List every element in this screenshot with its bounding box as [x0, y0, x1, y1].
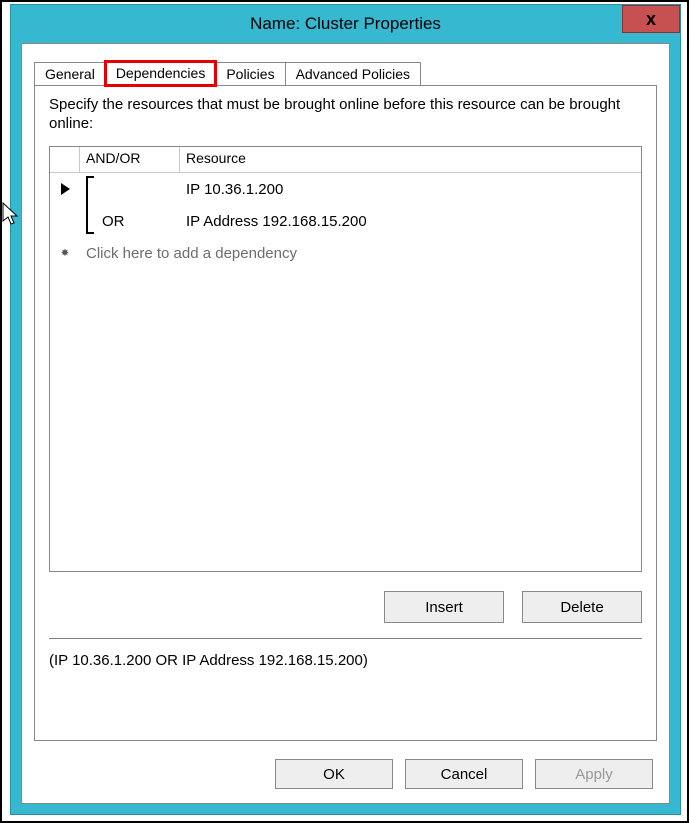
row-indicator-cell	[50, 183, 80, 195]
tab-policies[interactable]: Policies	[215, 62, 285, 86]
delete-button[interactable]: Delete	[522, 591, 642, 623]
grid-button-row: Insert Delete	[384, 591, 642, 623]
tab-row: General Dependencies Policies Advanced P…	[34, 58, 420, 86]
ok-button[interactable]: OK	[275, 759, 393, 789]
grid-header-andor: AND/OR	[80, 147, 180, 173]
grid-row[interactable]: OR IP Address 192.168.15.200	[50, 205, 641, 237]
new-row-icon: ✸	[61, 248, 69, 259]
tab-panel-dependencies: Specify the resources that must be broug…	[34, 85, 657, 741]
current-row-icon	[61, 183, 70, 195]
cell-resource[interactable]: IP Address 192.168.15.200	[180, 213, 641, 230]
client-area: General Dependencies Policies Advanced P…	[21, 43, 670, 804]
titlebar: Name: Cluster Properties x	[11, 5, 680, 43]
grid-new-row[interactable]: ✸ Click here to add a dependency	[50, 237, 641, 269]
tab-general[interactable]: General	[34, 62, 106, 86]
grid-header: AND/OR Resource	[50, 147, 641, 173]
row-indicator-cell: ✸	[50, 248, 80, 259]
dialog-button-row: OK Cancel Apply	[275, 759, 653, 789]
grid-header-indicator	[50, 147, 80, 173]
dependency-summary: (IP 10.36.1.200 OR IP Address 192.168.15…	[49, 652, 642, 669]
cell-resource[interactable]: IP 10.36.1.200	[180, 181, 641, 198]
new-row-placeholder[interactable]: Click here to add a dependency	[80, 245, 641, 262]
instruction-text: Specify the resources that must be broug…	[49, 96, 642, 134]
grid-row[interactable]: IP 10.36.1.200	[50, 173, 641, 205]
close-button[interactable]: x	[622, 5, 680, 33]
grid-header-resource: Resource	[180, 147, 641, 173]
window-title: Name: Cluster Properties	[250, 14, 441, 34]
dialog-window: Name: Cluster Properties x General Depen…	[10, 4, 681, 815]
separator	[49, 638, 642, 640]
tab-dependencies[interactable]: Dependencies	[105, 61, 217, 86]
close-icon: x	[646, 9, 656, 30]
tab-advanced-policies[interactable]: Advanced Policies	[285, 62, 421, 86]
dependencies-grid[interactable]: AND/OR Resource IP 10.36.1.200	[49, 146, 642, 572]
grid-body: IP 10.36.1.200 OR IP Address 192.168.15.…	[50, 173, 641, 269]
cancel-button[interactable]: Cancel	[405, 759, 523, 789]
cell-andor[interactable]: OR	[80, 213, 180, 230]
apply-button: Apply	[535, 759, 653, 789]
insert-button[interactable]: Insert	[384, 591, 504, 623]
